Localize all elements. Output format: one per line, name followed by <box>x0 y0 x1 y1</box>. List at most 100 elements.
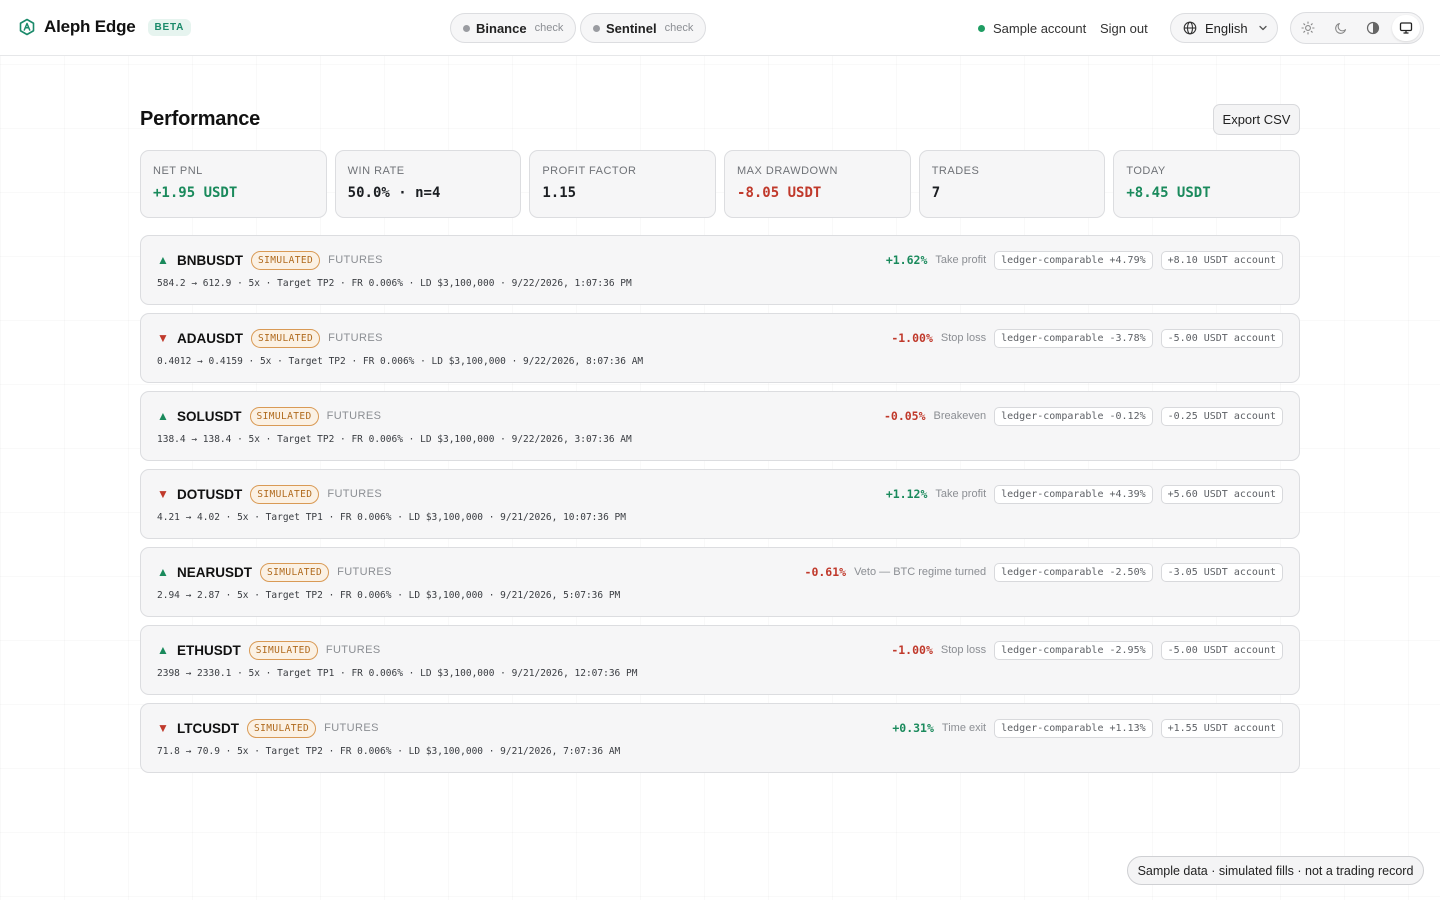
sun-icon <box>1301 21 1315 35</box>
contrast-theme-button[interactable] <box>1359 15 1387 41</box>
binance-status-pill[interactable]: Binance check <box>450 13 577 43</box>
status-dot-icon <box>463 24 470 32</box>
brand-name: Aleph Edge <box>44 17 136 36</box>
connection-name: Sentinel <box>606 20 657 36</box>
triangle-up-icon: ▲ <box>157 253 169 267</box>
stat-value: -8.05 USDT <box>737 185 822 201</box>
sample-data-notice: Sample data · simulated fills · not a tr… <box>1127 856 1424 885</box>
language-value: English <box>1205 20 1248 36</box>
account-chip: -3.05 USDT account <box>1160 562 1283 582</box>
trade-meta: 138.4 → 138.4 · 5x · Target TP2 · FR 0.0… <box>157 434 632 445</box>
trade-pct: +1.62% <box>885 253 928 267</box>
connection-name: Binance <box>476 20 527 36</box>
stat-value: 7 <box>931 185 941 201</box>
connection-status: check <box>534 22 564 34</box>
trade-symbol: SOLUSDT <box>177 408 242 424</box>
stat-label: TODAY <box>1126 165 1166 177</box>
beta-badge: BETA <box>147 18 192 36</box>
ledger-chip: ledger-comparable +4.39% <box>994 484 1153 504</box>
exit-reason: Stop loss <box>940 332 987 344</box>
exit-reason: Veto — BTC regime turned <box>854 566 987 578</box>
dark-theme-button[interactable] <box>1327 15 1355 41</box>
trade-row[interactable]: ▼ ADAUSDT SIMULATED FUTURES 0.4012 → 0.4… <box>140 313 1300 383</box>
theme-switcher <box>1290 12 1424 44</box>
ledger-chip: ledger-comparable -0.12% <box>994 406 1153 426</box>
trade-row[interactable]: ▼ LTCUSDT SIMULATED FUTURES 71.8 → 70.9 … <box>140 703 1300 773</box>
account-chip: -0.25 USDT account <box>1160 406 1283 426</box>
globe-icon <box>1183 21 1197 35</box>
trade-list: ▲ BNBUSDT SIMULATED FUTURES 584.2 → 612.… <box>140 235 1300 781</box>
trade-meta: 2398 → 2330.1 · 5x · Target TP1 · FR 0.0… <box>157 668 638 679</box>
triangle-up-icon: ▲ <box>157 409 169 423</box>
stat-today: TODAY +8.45 USDT <box>1113 150 1301 218</box>
light-theme-button[interactable] <box>1294 15 1322 41</box>
sign-out-link[interactable]: Sign out <box>1100 21 1148 36</box>
simulated-badge: SIMULATED <box>247 718 317 738</box>
trade-pct: -0.61% <box>804 565 847 579</box>
page-title: Performance <box>140 108 261 130</box>
ledger-chip: ledger-comparable +4.79% <box>994 250 1153 270</box>
trade-pct: +0.31% <box>892 721 934 735</box>
stat-value: 50.0% · n=4 <box>347 185 441 201</box>
trade-symbol: BNBUSDT <box>177 252 243 268</box>
simulated-badge: SIMULATED <box>248 640 318 660</box>
brand[interactable]: Aleph Edge BETA <box>18 17 192 37</box>
trade-row[interactable]: ▼ DOTUSDT SIMULATED FUTURES 4.21 → 4.02 … <box>140 469 1300 539</box>
ledger-chip: ledger-comparable -2.95% <box>994 640 1153 660</box>
trade-meta: 4.21 → 4.02 · 5x · Target TP1 · FR 0.006… <box>157 512 626 523</box>
triangle-down-icon: ▼ <box>157 331 169 345</box>
trade-pct: -0.05% <box>883 409 926 423</box>
stat-value: +8.45 USDT <box>1126 185 1211 201</box>
trade-pct: +1.12% <box>885 487 928 501</box>
stat-label: TRADES <box>931 165 980 177</box>
exit-reason: Stop loss <box>940 644 987 656</box>
trade-symbol: NEARUSDT <box>177 564 253 580</box>
account-chip: +5.60 USDT account <box>1160 484 1283 504</box>
trade-meta: 71.8 → 70.9 · 5x · Target TP2 · FR 0.006… <box>157 746 621 757</box>
chevron-down-icon <box>1258 23 1268 33</box>
stat-value: 1.15 <box>542 185 577 201</box>
stat-label: MAX DRAWDOWN <box>737 165 838 177</box>
trade-symbol: LTCUSDT <box>177 720 239 736</box>
triangle-down-icon: ▼ <box>157 487 169 501</box>
sentinel-status-pill[interactable]: Sentinel check <box>580 13 707 43</box>
triangle-up-icon: ▲ <box>157 643 169 657</box>
moon-icon <box>1334 21 1348 35</box>
trade-symbol: ETHUSDT <box>177 642 241 658</box>
trade-row[interactable]: ▲ BNBUSDT SIMULATED FUTURES 584.2 → 612.… <box>140 235 1300 305</box>
trade-row[interactable]: ▲ SOLUSDT SIMULATED FUTURES 138.4 → 138.… <box>140 391 1300 461</box>
stat-net-pnl: NET PNL +1.95 USDT <box>140 150 327 218</box>
account-status-dot-icon <box>978 25 985 32</box>
stat-profit-factor: PROFIT FACTOR 1.15 <box>529 150 717 218</box>
simulated-badge: SIMULATED <box>250 484 320 504</box>
export-csv-button[interactable]: Export CSV <box>1213 104 1300 135</box>
exit-reason: Breakeven <box>933 410 987 422</box>
system-theme-button[interactable] <box>1391 15 1420 41</box>
language-select[interactable]: English <box>1170 13 1278 43</box>
account-chip: -5.00 USDT account <box>1160 328 1283 348</box>
market-type: FUTURES <box>328 254 383 266</box>
market-type: FUTURES <box>325 644 381 656</box>
ledger-chip: ledger-comparable -3.78% <box>994 328 1153 348</box>
account-indicator: Sample account <box>978 21 1086 36</box>
exit-reason: Take profit <box>935 254 987 266</box>
contrast-icon <box>1366 21 1380 35</box>
market-type: FUTURES <box>324 722 379 734</box>
account-label: Sample account <box>993 21 1087 36</box>
stat-value: +1.95 USDT <box>153 185 238 201</box>
stat-win-rate: WIN RATE 50.0% · n=4 <box>334 150 522 218</box>
status-dot-icon <box>593 24 600 32</box>
trade-pct: -1.00% <box>891 643 933 657</box>
stat-label: WIN RATE <box>347 165 405 177</box>
market-type: FUTURES <box>337 566 392 578</box>
stat-label: PROFIT FACTOR <box>542 165 637 177</box>
trade-meta: 584.2 → 612.9 · 5x · Target TP2 · FR 0.0… <box>157 278 632 289</box>
trade-meta: 0.4012 → 0.4159 · 5x · Target TP2 · FR 0… <box>157 356 644 367</box>
market-type: FUTURES <box>326 410 382 422</box>
ledger-chip: ledger-comparable +1.13% <box>994 718 1153 738</box>
trade-row[interactable]: ▲ ETHUSDT SIMULATED FUTURES 2398 → 2330.… <box>140 625 1300 695</box>
account-chip: +1.55 USDT account <box>1160 718 1283 738</box>
simulated-badge: SIMULATED <box>260 562 330 582</box>
account-chip: +8.10 USDT account <box>1160 250 1283 270</box>
trade-row[interactable]: ▲ NEARUSDT SIMULATED FUTURES 2.94 → 2.87… <box>140 547 1300 617</box>
